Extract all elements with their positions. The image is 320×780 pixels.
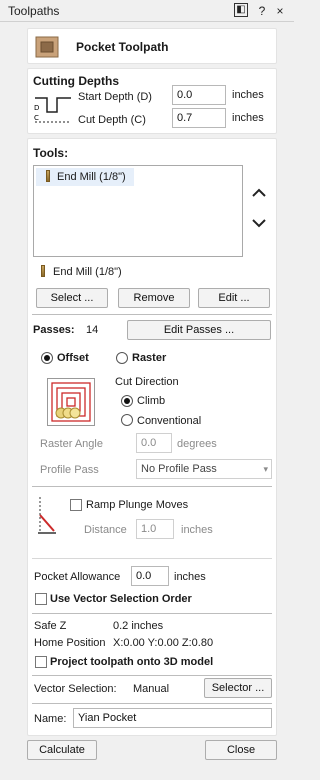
selected-tool-icon (41, 265, 45, 277)
move-up-icon[interactable] (250, 187, 268, 199)
offset-strategy-preview (47, 378, 95, 426)
passes-label: Passes: (33, 324, 75, 336)
ramp-plunge-label: Ramp Plunge Moves (86, 499, 189, 511)
home-position-value: X:0.00 Y:0.00 Z:0.80 (113, 637, 214, 649)
help-icon[interactable]: ? (254, 3, 270, 19)
divider (32, 613, 272, 614)
raster-angle-label: Raster Angle (40, 438, 103, 450)
remove-tool-button[interactable]: Remove (118, 288, 190, 308)
project-toolpath-checkbox[interactable] (35, 656, 47, 668)
divider (32, 314, 272, 315)
cut-depth-label: Cut Depth (C) (78, 114, 146, 126)
ramp-plunge-checkbox[interactable] (70, 499, 82, 511)
raster-radio[interactable] (116, 352, 128, 364)
cut-depth-input[interactable]: 0.7 (172, 108, 226, 128)
climb-radio[interactable] (121, 395, 133, 407)
vector-selection-mode: Manual (133, 683, 170, 695)
window-title: Toolpaths (8, 4, 60, 18)
raster-label: Raster (132, 352, 167, 364)
conventional-label: Conventional (137, 415, 202, 427)
offset-pattern-icon (51, 382, 91, 422)
tools-list[interactable]: End Mill (1/8") (33, 165, 243, 257)
close-button[interactable]: Close (205, 740, 277, 760)
selector-button[interactable]: Selector ... (204, 678, 272, 698)
divider (32, 703, 272, 704)
page-title: Pocket Toolpath (76, 40, 169, 54)
name-label: Name: (34, 713, 67, 725)
passes-count: 14 (86, 324, 99, 336)
raster-angle-unit: degrees (177, 438, 217, 450)
profile-pass-value: No Profile Pass (141, 463, 217, 475)
ramp-distance-label: Distance (84, 524, 127, 536)
toolpath-settings-panel: Tools: End Mill (1/8") End Mill (1/8") S… (27, 138, 277, 736)
home-position-label: Home Position (34, 637, 106, 649)
pocket-allowance-input[interactable]: 0.0 (131, 566, 169, 586)
divider (32, 675, 272, 676)
tools-heading: Tools: (33, 146, 69, 160)
depth-diagram-icon: D C (34, 97, 71, 123)
offset-label: Offset (57, 352, 89, 364)
select-tool-button[interactable]: Select ... (36, 288, 108, 308)
vector-order-checkbox[interactable] (35, 593, 47, 605)
project-toolpath-label: Project toolpath onto 3D model (50, 656, 214, 668)
raster-angle-input[interactable]: 0.0 (136, 433, 172, 453)
vector-order-label: Use Vector Selection Order (50, 593, 192, 605)
pocket-toolpath-icon (35, 36, 59, 58)
close-window-icon[interactable]: × (272, 3, 288, 19)
selected-tool-label: End Mill (1/8") (53, 266, 122, 278)
cutting-depths-panel: Cutting Depths D C Start Depth (D) 0.0 i… (27, 68, 277, 134)
divider (32, 486, 272, 487)
svg-text:D: D (34, 104, 39, 112)
start-depth-unit: inches (232, 89, 264, 101)
vector-selection-label: Vector Selection: (34, 683, 117, 695)
safe-z-value: 0.2 inches (113, 620, 164, 632)
pocket-allowance-label: Pocket Allowance (34, 571, 121, 583)
tool-list-item-label: End Mill (1/8") (57, 171, 126, 183)
edit-tool-button[interactable]: Edit ... (198, 288, 270, 308)
ramp-distance-input[interactable]: 1.0 (136, 519, 174, 539)
cut-depth-unit: inches (232, 112, 264, 124)
profile-pass-label: Profile Pass (40, 464, 99, 476)
start-depth-label: Start Depth (D) (78, 91, 152, 103)
move-down-icon[interactable] (250, 217, 268, 229)
edit-passes-button[interactable]: Edit Passes ... (127, 320, 271, 340)
divider (32, 558, 272, 559)
cut-direction-label: Cut Direction (115, 376, 179, 388)
end-mill-icon (46, 170, 50, 182)
calculate-button[interactable]: Calculate (27, 740, 97, 760)
list-item[interactable]: End Mill (1/8") (36, 168, 134, 186)
safe-z-label: Safe Z (34, 620, 67, 632)
header-panel: Pocket Toolpath (27, 28, 277, 64)
conventional-radio[interactable] (121, 414, 133, 426)
svg-text:C: C (34, 114, 39, 122)
climb-label: Climb (137, 395, 166, 407)
start-depth-input[interactable]: 0.0 (172, 85, 226, 105)
pin-icon[interactable]: ◧ (234, 3, 248, 17)
toolpath-name-input[interactable]: Yian Pocket (73, 708, 272, 728)
pocket-allowance-unit: inches (174, 571, 206, 583)
window-titlebar: Toolpaths ◧ ? × (0, 0, 294, 22)
offset-radio[interactable] (41, 352, 53, 364)
ramp-distance-unit: inches (181, 524, 213, 536)
cutting-depths-heading: Cutting Depths (33, 74, 119, 88)
profile-pass-select[interactable]: No Profile Pass ▾ (136, 459, 272, 479)
chevron-down-icon: ▾ (263, 464, 268, 474)
ramp-plunge-icon (38, 497, 56, 534)
